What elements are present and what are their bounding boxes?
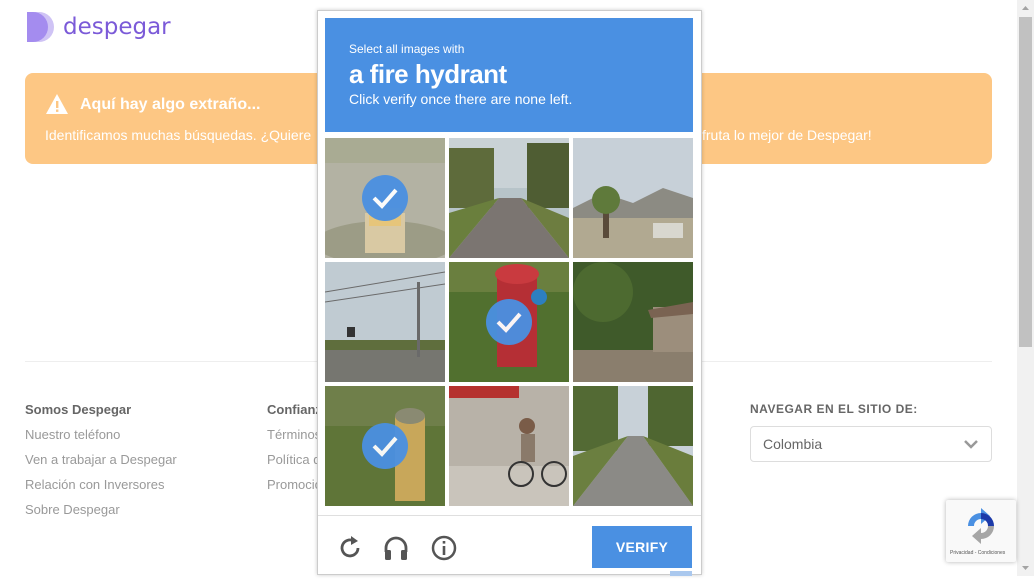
verify-button[interactable]: VERIFY — [592, 526, 692, 568]
logo-mark-icon — [25, 11, 57, 43]
country-select[interactable]: Colombia — [750, 426, 992, 462]
selected-check-icon — [486, 299, 532, 345]
chevron-down-icon — [964, 440, 978, 449]
captcha-tile-7[interactable] — [325, 386, 445, 506]
captcha-hint: Click verify once there are none left. — [349, 91, 573, 107]
captcha-tile-9[interactable] — [573, 386, 693, 506]
footer-link-promociones[interactable]: Promocio — [267, 477, 322, 492]
captcha-tile-6[interactable] — [573, 262, 693, 382]
scrollbar-thumb[interactable] — [1019, 17, 1032, 347]
footer-heading: Confianz — [267, 402, 322, 417]
tile-photo — [573, 262, 693, 382]
tile-photo — [449, 386, 569, 506]
logo-text: despegar — [63, 14, 171, 40]
warning-icon — [46, 94, 68, 114]
despegar-logo[interactable]: despegar — [25, 11, 171, 43]
scroll-down-arrow-icon[interactable] — [1017, 559, 1034, 576]
tile-photo — [573, 138, 693, 258]
captcha-tile-5[interactable] — [449, 262, 569, 382]
tile-photo — [573, 386, 693, 506]
audio-icon[interactable] — [382, 534, 410, 562]
captcha-tile-3[interactable] — [573, 138, 693, 258]
footer-link-inversores[interactable]: Relación con Inversores — [25, 477, 177, 492]
tile-photo — [325, 262, 445, 382]
captcha-tile-8[interactable] — [449, 386, 569, 506]
footer-heading: Somos Despegar — [25, 402, 132, 417]
reload-icon[interactable] — [336, 534, 364, 562]
alert-text-continued: fruta lo mejor de Despegar! — [702, 127, 872, 143]
footer-link-politica[interactable]: Política d — [267, 452, 322, 467]
alert-title: Aquí hay algo extraño... — [80, 96, 261, 113]
footer-link-terminos[interactable]: Términos — [267, 427, 322, 442]
nav-heading: NAVEGAR EN EL SITIO DE: — [750, 402, 918, 416]
alert-text: Identificamos muchas búsquedas. ¿Quiere — [45, 127, 312, 143]
page-scrollbar[interactable] — [1017, 0, 1034, 576]
captcha-tile-1[interactable] — [325, 138, 445, 258]
info-icon[interactable] — [430, 534, 458, 562]
footer-link-sobre[interactable]: Sobre Despegar — [25, 502, 177, 517]
captcha-frame-edge — [670, 571, 692, 576]
captcha-tile-2[interactable] — [449, 138, 569, 258]
footer-link-trabajar[interactable]: Ven a trabajar a Despegar — [25, 452, 177, 467]
captcha-image-grid — [325, 138, 693, 506]
scroll-up-arrow-icon[interactable] — [1017, 0, 1034, 17]
selected-check-icon — [362, 423, 408, 469]
tile-photo — [449, 138, 569, 258]
site-navigation: NAVEGAR EN EL SITIO DE: Colombia — [750, 402, 992, 462]
footer-link-telefono[interactable]: Nuestro teléfono — [25, 427, 177, 442]
country-select-value: Colombia — [763, 436, 823, 452]
selected-check-icon — [362, 175, 408, 221]
captcha-instruction: Select all images with — [349, 42, 465, 56]
recaptcha-logo-icon — [968, 508, 994, 544]
recaptcha-badge-text[interactable]: Privacidad - Condiciones — [950, 550, 1005, 556]
captcha-challenge: Select all images with a fire hydrant Cl… — [317, 10, 702, 575]
captcha-target: a fire hydrant — [349, 59, 507, 89]
recaptcha-badge[interactable]: Privacidad - Condiciones — [946, 500, 1016, 562]
footer-column-confianza: Confianz Términos Política d Promocio — [267, 402, 322, 502]
captcha-tile-4[interactable] — [325, 262, 445, 382]
footer-column-somos-despegar: Somos Despegar Nuestro teléfono Ven a tr… — [25, 402, 177, 527]
captcha-footer: VERIFY — [318, 515, 701, 575]
captcha-header: Select all images with a fire hydrant Cl… — [325, 18, 693, 132]
